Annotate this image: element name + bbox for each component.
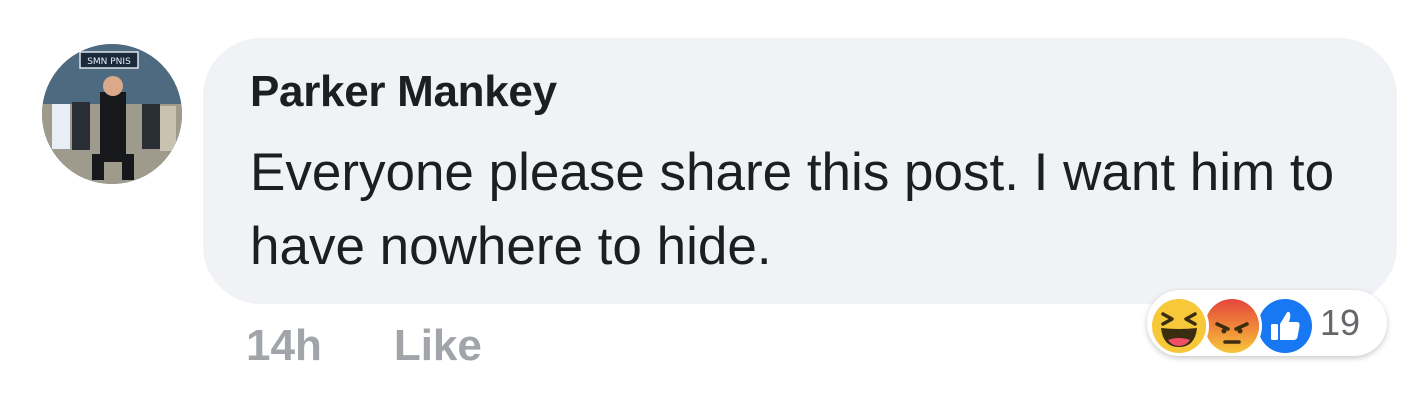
comment-bubble: Parker Mankey Everyone please share this…: [203, 38, 1397, 304]
comment-actions: 14h Like: [246, 320, 482, 372]
comment-text: Everyone please share this post. I want …: [250, 143, 1335, 276]
avatar-photo: SMN PNIS: [42, 44, 182, 184]
like-reaction-icon: [1255, 296, 1315, 356]
avatar-sign-text: SMN PNIS: [87, 57, 131, 67]
angry-reaction-icon: [1202, 296, 1262, 356]
comment-author[interactable]: Parker Mankey: [250, 66, 1357, 118]
haha-reaction-icon: [1149, 296, 1209, 356]
reactions-summary[interactable]: 19: [1147, 290, 1387, 356]
comment-timestamp[interactable]: 14h: [246, 321, 322, 371]
like-button[interactable]: Like: [394, 321, 482, 371]
avatar[interactable]: SMN PNIS: [42, 44, 182, 184]
reaction-count: 19: [1320, 302, 1361, 343]
